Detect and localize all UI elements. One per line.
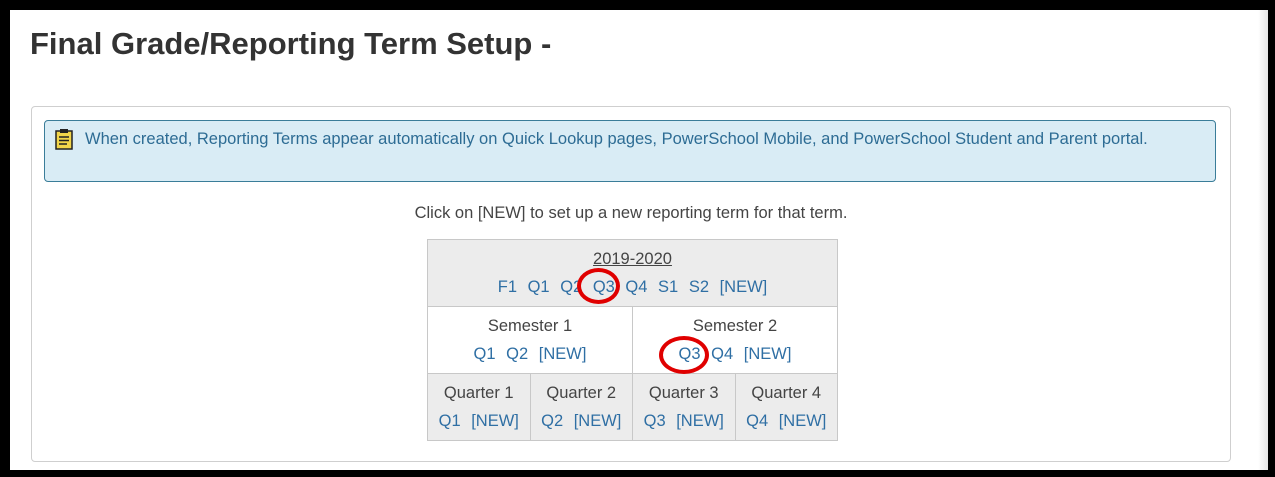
screen: Final Grade/Reporting Term Setup - When … <box>10 10 1268 470</box>
semester-2-link-q4[interactable]: Q4 <box>711 345 733 363</box>
quarter-2-cell: Quarter 2 Q2 [NEW] <box>529 373 633 441</box>
quarter-3-cell: Quarter 3 Q3 [NEW] <box>632 373 736 441</box>
semester-1-link-q1[interactable]: Q1 <box>474 345 496 363</box>
quarter-4-cell: Quarter 4 Q4 [NEW] <box>734 373 838 441</box>
year-cell: 2019-2020 F1 Q1 Q2 Q3 Q4 S1 S2 [NEW] <box>427 239 838 307</box>
semester-2-cell: Semester 2 Q3 Q4 [NEW] <box>632 306 838 374</box>
quarter-3-link-q3[interactable]: Q3 <box>644 412 666 430</box>
year-link-q1[interactable]: Q1 <box>528 278 550 296</box>
year-link-s2[interactable]: S2 <box>689 278 709 296</box>
year-link-f1[interactable]: F1 <box>498 278 517 296</box>
semester-2-link-q3[interactable]: Q3 <box>679 345 701 363</box>
year-link-q2[interactable]: Q2 <box>560 278 582 296</box>
quarter-1-link-q1[interactable]: Q1 <box>439 412 461 430</box>
quarter-2-link-new[interactable]: [NEW] <box>574 412 622 430</box>
instruction-text: Click on [NEW] to set up a new reporting… <box>414 204 848 222</box>
info-message: When created, Reporting Terms appear aut… <box>85 130 1148 148</box>
year-link-q4[interactable]: Q4 <box>625 278 647 296</box>
year-link-new[interactable]: [NEW] <box>720 278 768 296</box>
semester-1-label: Semester 1 <box>487 317 573 335</box>
quarter-3-label: Quarter 3 <box>648 384 719 402</box>
quarter-4-label: Quarter 4 <box>751 384 822 402</box>
year-link-q3[interactable]: Q3 <box>593 278 615 296</box>
clipboard-note-icon <box>53 128 75 155</box>
quarter-4-link-q4[interactable]: Q4 <box>746 412 768 430</box>
semester-2-link-new[interactable]: [NEW] <box>744 345 792 363</box>
quarter-2-label: Quarter 2 <box>546 384 617 402</box>
term-setup-panel: When created, Reporting Terms appear aut… <box>31 106 1231 462</box>
term-table: 2019-2020 F1 Q1 Q2 Q3 Q4 S1 S2 [NEW] Sem <box>427 239 838 441</box>
semester-2-label: Semester 2 <box>692 317 778 335</box>
semester-1-cell: Semester 1 Q1 Q2 [NEW] <box>427 306 633 374</box>
quarter-3-link-new[interactable]: [NEW] <box>676 412 724 430</box>
year-label: 2019-2020 <box>593 250 672 268</box>
quarter-4-link-new[interactable]: [NEW] <box>779 412 827 430</box>
page-title: Final Grade/Reporting Term Setup - <box>30 26 552 61</box>
semester-1-link-q2[interactable]: Q2 <box>506 345 528 363</box>
semester-1-link-new[interactable]: [NEW] <box>539 345 587 363</box>
window-edge <box>1258 10 1268 470</box>
quarter-2-link-q2[interactable]: Q2 <box>541 412 563 430</box>
quarter-1-label: Quarter 1 <box>443 384 514 402</box>
quarter-1-cell: Quarter 1 Q1 [NEW] <box>427 373 531 441</box>
info-alert: When created, Reporting Terms appear aut… <box>44 120 1216 182</box>
year-link-s1[interactable]: S1 <box>658 278 678 296</box>
quarter-1-link-new[interactable]: [NEW] <box>471 412 519 430</box>
